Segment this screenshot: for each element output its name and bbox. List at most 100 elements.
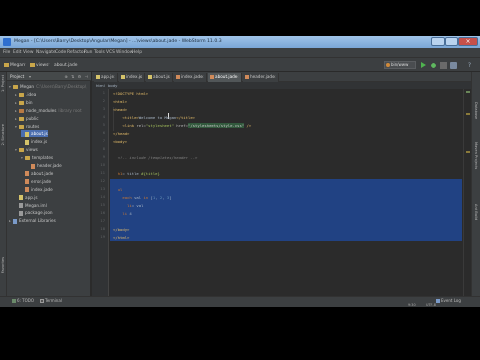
code-token: ul (117, 187, 123, 192)
folder-icon (30, 62, 35, 67)
editor-crumb-html[interactable]: html (96, 83, 105, 88)
menu-tools[interactable]: Tools (94, 50, 105, 55)
tree-item[interactable]: ▾ templates (21, 154, 53, 161)
tab-header-jade[interactable]: header.jade × (243, 73, 279, 82)
file-encoding[interactable]: UTF-8 (426, 303, 436, 307)
menu-refactor[interactable]: Refactor (67, 50, 85, 55)
maximize-button[interactable] (445, 37, 458, 46)
tree-item-label: about.jade (31, 170, 54, 176)
window-titlebar: Megan - [C:\Users\Barry\Desktop\Angular\… (0, 36, 480, 48)
tool-terminal[interactable]: Terminal (40, 298, 62, 303)
tree-item-label: views (26, 147, 38, 153)
tree-item[interactable]: ▸ bin (15, 99, 32, 106)
tree-item-label: about.js (31, 131, 48, 137)
cursor-position[interactable]: 9:30 (408, 303, 416, 307)
tree-item[interactable]: header.jade (27, 162, 62, 169)
tree-item[interactable]: index.jade (21, 186, 53, 193)
tree-item[interactable]: package.json (15, 209, 53, 216)
chevron-down-icon[interactable]: ▾ (29, 74, 31, 79)
close-tab-icon[interactable]: × (273, 73, 276, 81)
tree-item[interactable]: Megan.iml (15, 202, 47, 209)
editor-breadcrumb: html body (92, 82, 471, 89)
tree-item[interactable]: ▾ Megan C:\Users\Barry\Desktop\ (9, 83, 86, 90)
code-line: </head> (113, 131, 129, 137)
tree-item[interactable]: index.js (21, 138, 47, 145)
run-icon[interactable] (420, 62, 427, 69)
tab-index-jade[interactable]: index.jade × (174, 73, 207, 82)
tab-label: about.jade (215, 74, 238, 79)
close-tab-icon[interactable]: × (139, 73, 142, 81)
panel-tools-icon[interactable]: ⊕ ⇅ ⚙ ⊣ (64, 74, 89, 79)
code-line: <html> (113, 99, 127, 105)
close-tab-icon[interactable]: × (236, 73, 239, 81)
tool-project[interactable]: 1: Project (1, 75, 5, 92)
code-line: <!-- include /templates/header --> (113, 155, 198, 161)
folder-icon (4, 62, 9, 67)
tree-item[interactable]: ▸ public (15, 115, 39, 122)
html-file-icon (210, 75, 214, 79)
html-file-icon (25, 187, 29, 193)
line-number: 4 (102, 115, 105, 119)
line-number: 5 (102, 123, 105, 127)
tab-app-js[interactable]: app.js × (94, 73, 118, 82)
right-tool-strip: Database Maven Projects Ant Build (471, 72, 480, 296)
run-configuration-select[interactable]: bin/www (384, 61, 416, 69)
tree-item-label: index.jade (31, 186, 53, 192)
nav-crumb-label: Megan (10, 63, 25, 68)
tree-item[interactable]: ▾ views (15, 146, 38, 153)
nav-crumb-file[interactable]: about.jade (52, 62, 79, 69)
tree-item[interactable]: app.js (15, 194, 38, 201)
editor-tab-bar: app.js × index.js × about.js × index.jade × abou… (92, 72, 471, 82)
code-token: <title> (122, 115, 139, 120)
tab-index-js[interactable]: index.js × (119, 73, 145, 82)
menu-code[interactable]: Code (55, 50, 66, 55)
close-button[interactable]: × (458, 37, 478, 46)
line-number: 2 (102, 99, 105, 103)
menu-run[interactable]: Run (84, 50, 92, 55)
run-config-label: bin/www (391, 62, 409, 67)
stop-icon[interactable] (440, 62, 447, 69)
line-number: 7 (102, 139, 105, 143)
menu-navigate[interactable]: Navigate (36, 50, 56, 55)
webstorm-app-icon (3, 38, 11, 46)
help-icon[interactable]: ? (466, 62, 473, 69)
tab-about-js[interactable]: about.js × (146, 73, 173, 82)
editor-crumb-body[interactable]: body (108, 83, 117, 88)
tool-maven[interactable]: Maven Projects (474, 142, 478, 169)
tool-todo[interactable]: 6: TODO (12, 298, 34, 303)
line-number: 6 (102, 131, 105, 135)
menu-file[interactable]: File (3, 50, 10, 55)
tool-favorites[interactable]: Favorites (1, 257, 5, 273)
tool-event-log[interactable]: Event Log (436, 298, 461, 303)
code-token: = val (131, 203, 144, 208)
tree-item-label: templates (32, 155, 54, 161)
code-editor[interactable]: <!DOCTYPE html> <html> <head> <title>Welco… (110, 89, 471, 296)
folder-icon (19, 92, 24, 97)
error-stripe[interactable] (463, 89, 471, 296)
tree-item[interactable]: about.jade (21, 170, 53, 177)
tool-structure[interactable]: 2: Structure (1, 124, 5, 145)
nav-crumb-label: about.jade (54, 63, 78, 68)
tree-item[interactable]: ▸ node_modules library root (15, 107, 82, 114)
tool-database[interactable]: Database (474, 102, 478, 119)
menu-view[interactable]: View (23, 50, 33, 55)
tool-ant[interactable]: Ant Build (474, 204, 478, 220)
tree-item[interactable]: ▸ External Libraries (9, 217, 56, 224)
settings-icon[interactable] (450, 62, 457, 69)
debug-icon[interactable] (430, 62, 437, 69)
menu-help[interactable]: Help (132, 50, 142, 55)
menu-edit[interactable]: Edit (13, 50, 22, 55)
project-panel-title[interactable]: Project (10, 74, 24, 79)
close-tab-icon[interactable]: × (112, 73, 115, 81)
tab-about-jade[interactable]: about.jade × (208, 73, 242, 82)
menu-vcs[interactable]: VCS (106, 50, 115, 55)
tree-item[interactable]: ▾ routes (15, 123, 39, 130)
code-token: <head> (113, 107, 128, 112)
tree-item[interactable]: error.jade (21, 178, 51, 185)
menu-window[interactable]: Window (116, 50, 133, 55)
tree-item[interactable]: ▸ .idea (15, 91, 36, 98)
minimize-button[interactable] (431, 37, 445, 46)
close-tab-icon[interactable]: × (201, 73, 204, 81)
tree-item[interactable]: about.js (21, 130, 48, 138)
close-tab-icon[interactable]: × (167, 73, 170, 81)
